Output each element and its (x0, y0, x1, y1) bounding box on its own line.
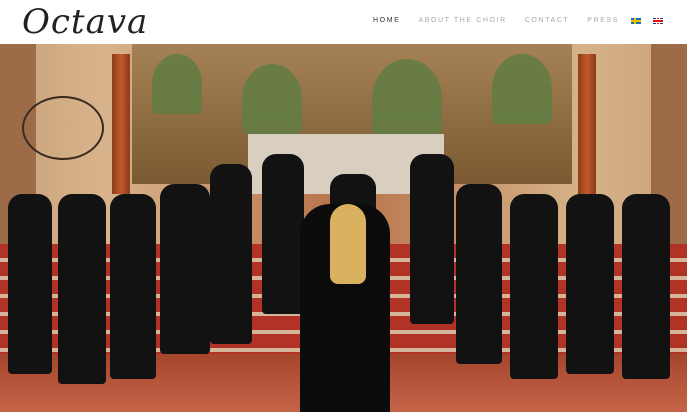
choir-member (160, 184, 210, 354)
mural-plant (492, 54, 552, 124)
choir-member (510, 194, 558, 379)
choir-member (456, 184, 502, 364)
choir-member (622, 194, 670, 379)
pillar-right (578, 54, 596, 194)
hero-image (0, 44, 687, 412)
candelabra-icon (22, 96, 104, 160)
choir-member (410, 154, 454, 324)
main-nav: HOME ABOUT THE CHOIR CONTACT PRESS (355, 17, 663, 24)
choir-member (262, 154, 304, 314)
choir-member (566, 194, 614, 374)
nav-contact[interactable]: CONTACT (525, 17, 570, 24)
nav-about-the-choir[interactable]: ABOUT THE CHOIR (418, 17, 506, 24)
pillar-left (112, 54, 130, 194)
swedish-flag-icon[interactable] (631, 17, 641, 24)
nav-press[interactable]: PRESS (587, 17, 619, 24)
choir-member (210, 164, 252, 344)
nav-home[interactable]: HOME (373, 17, 400, 24)
mural-plant (372, 59, 442, 139)
choir-member (110, 194, 156, 379)
choir-member (58, 194, 106, 384)
conductor-hair (330, 204, 366, 284)
mural-plant (242, 64, 302, 134)
mural-figure (152, 54, 202, 114)
uk-flag-icon[interactable] (653, 17, 663, 24)
choir-member (8, 194, 52, 374)
site-header: Octava HOME ABOUT THE CHOIR CONTACT PRES… (0, 0, 687, 44)
site-logo[interactable]: Octava (22, 2, 148, 42)
